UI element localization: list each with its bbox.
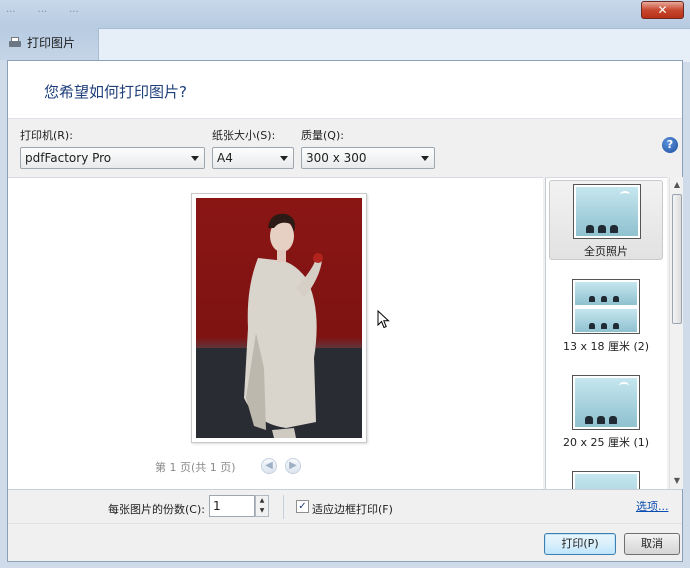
layout-thumbnail [572, 471, 640, 489]
options-link[interactable]: 选项... [636, 498, 669, 514]
background-menu-item: ... [37, 4, 48, 15]
scroll-down-icon[interactable]: ▼ [671, 474, 683, 488]
scroll-up-icon[interactable]: ▲ [671, 178, 683, 192]
chevron-down-icon [421, 156, 429, 161]
background-window [98, 28, 690, 62]
printer-select[interactable]: pdfFactory Pro [20, 147, 205, 169]
next-page-button[interactable]: ▶ [285, 458, 301, 474]
copies-label: 每张图片的份数(C): [108, 503, 205, 516]
copies-input[interactable]: 1 [209, 495, 255, 517]
chevron-down-icon [280, 156, 288, 161]
fit-frame-label[interactable]: 适应边框打印(F) [312, 501, 393, 517]
preview-page [191, 193, 367, 443]
layout-label: 13 x 18 厘米 (2) [562, 340, 650, 353]
layout-label: 全页照片 [584, 245, 628, 258]
dialog-header: 您希望如何打印图片? [8, 61, 682, 119]
layout-scrollbar[interactable]: ▲ ▼ [669, 177, 683, 489]
quality-select[interactable]: 300 x 300 [301, 147, 435, 169]
background-menu: ... ... ... [6, 4, 79, 15]
window-title: 打印图片 [27, 36, 76, 50]
stepper-up-icon[interactable]: ▲ [256, 496, 268, 506]
window-frame: ... ... ... ✕ 打印图片 [0, 0, 690, 62]
prev-page-button[interactable]: ◀ [261, 458, 277, 474]
help-icon[interactable]: ? [662, 137, 678, 153]
layout-thumbnail [572, 279, 640, 334]
options-bar: 每张图片的份数(C): 1 ▲ ▼ ✓ 适应边框打印(F) 选项... [8, 489, 682, 523]
print-button[interactable]: 打印(P) [544, 533, 616, 555]
stepper-down-icon[interactable]: ▼ [256, 506, 268, 516]
fit-frame-checkbox[interactable]: ✓ [296, 500, 309, 513]
printer-label: 打印机(R): [20, 129, 73, 142]
mouse-cursor-icon [377, 310, 390, 329]
layout-label: 20 x 25 厘米 (1) [562, 436, 650, 449]
dialog-question: 您希望如何打印图片? [44, 83, 187, 101]
page-indicator: 第 1 页(共 1 页) [155, 461, 236, 474]
background-menu-item: ... [6, 4, 16, 15]
layout-thumbnail [573, 184, 641, 239]
quality-label: 质量(Q): [301, 129, 344, 142]
cancel-button[interactable]: 取消 [624, 533, 680, 555]
layout-item-13x18[interactable]: 13 x 18 厘米 (2) [549, 276, 663, 356]
preview-photo [196, 198, 362, 438]
divider [283, 495, 284, 519]
layout-item-20x25[interactable]: 20 x 25 厘米 (1) [549, 372, 663, 452]
quality-value: 300 x 300 [306, 151, 367, 165]
paper-size-select[interactable]: A4 [212, 147, 294, 169]
printer-value: pdfFactory Pro [25, 151, 112, 165]
layout-item-more[interactable] [549, 468, 663, 489]
layout-thumbnail [572, 375, 640, 430]
print-dialog: 您希望如何打印图片? 打印机(R): pdfFactory Pro 纸张大小(S… [7, 60, 683, 562]
paper-size-value: A4 [217, 151, 233, 165]
printer-icon [8, 36, 22, 49]
title-bar: 打印图片 [8, 34, 75, 51]
portrait-image [196, 213, 362, 438]
print-preview: 第 1 页(共 1 页) ◀ ▶ [8, 177, 543, 489]
chevron-down-icon [191, 156, 199, 161]
close-button[interactable]: ✕ [641, 1, 684, 19]
copies-stepper[interactable]: ▲ ▼ [255, 495, 269, 517]
layout-list: 全页照片 13 x 18 厘米 (2) 20 x 25 厘米 (1) [545, 177, 667, 489]
paper-size-label: 纸张大小(S): [212, 129, 276, 142]
scrollbar-thumb[interactable] [672, 194, 682, 324]
dialog-footer: 打印(P) 取消 [8, 523, 682, 561]
background-menu-item: ... [69, 4, 79, 15]
layout-item-full-page[interactable]: 全页照片 [549, 180, 663, 260]
